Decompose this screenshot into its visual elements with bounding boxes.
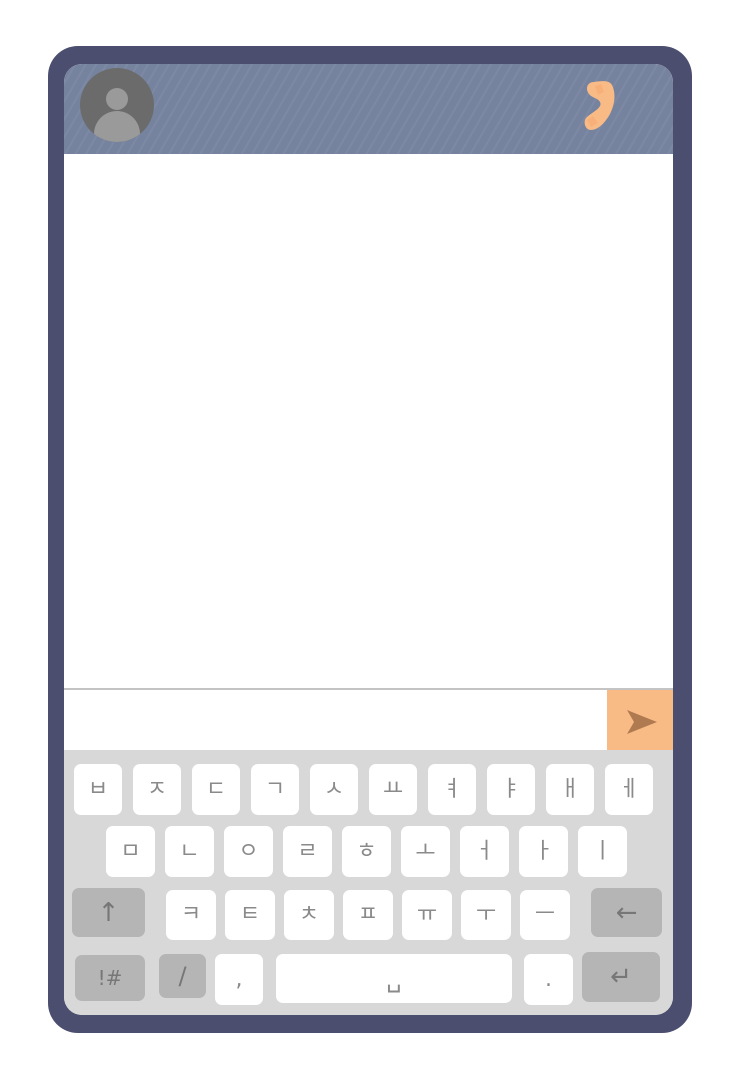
letter-key[interactable]: ㅈ [133,764,181,815]
letter-key[interactable]: ㅕ [428,764,476,815]
message-list [64,154,673,688]
letter-key[interactable]: ㅔ [605,764,653,815]
chat-screen: ㅂㅈㄷㄱㅅㅛㅕㅑㅐㅔ ㅁㄴㅇㄹㅎㅗㅓㅏㅣ ㅋㅌㅊㅍㅠㅜㅡ ↑ ← !# / , … [64,64,673,1015]
period-key[interactable]: . [524,954,573,1005]
letter-key[interactable]: ㅏ [519,826,568,877]
letter-key[interactable]: ㅁ [106,826,155,877]
letter-key[interactable]: ㅇ [224,826,273,877]
call-button[interactable] [574,78,628,136]
letter-key[interactable]: ㅐ [546,764,594,815]
message-input[interactable] [64,690,604,750]
letter-key[interactable]: ㅎ [342,826,391,877]
enter-key[interactable]: ↵ [582,952,660,1002]
comma-key[interactable]: , [215,954,263,1005]
letter-key[interactable]: ㄱ [251,764,299,815]
contact-avatar[interactable] [80,68,154,142]
slash-key[interactable]: / [159,954,206,998]
letter-key[interactable]: ㅠ [402,890,452,940]
letter-key[interactable]: ㄷ [192,764,240,815]
letter-key[interactable]: ㅅ [310,764,358,815]
letter-key[interactable]: ㄴ [165,826,214,877]
letter-key[interactable]: ㅊ [284,890,334,940]
letter-key[interactable]: ㅓ [460,826,509,877]
shift-key[interactable]: ↑ [72,888,145,937]
symbols-key[interactable]: !# [75,955,145,1001]
letter-key[interactable]: ㅡ [520,890,570,940]
letter-key[interactable]: ㅋ [166,890,216,940]
letter-key[interactable]: ㄹ [283,826,332,877]
letter-key[interactable]: ㅣ [578,826,627,877]
chat-header [64,64,673,154]
person-icon-body [94,111,140,142]
backspace-key[interactable]: ← [591,888,662,937]
keyboard: ㅂㅈㄷㄱㅅㅛㅕㅑㅐㅔ ㅁㄴㅇㄹㅎㅗㅓㅏㅣ ㅋㅌㅊㅍㅠㅜㅡ ↑ ← !# / , … [64,750,673,1015]
letter-key[interactable]: ㅛ [369,764,417,815]
letter-key[interactable]: ㅑ [487,764,535,815]
letter-key[interactable]: ㅗ [401,826,450,877]
send-arrow-icon [627,710,657,734]
letter-key[interactable]: ㅌ [225,890,275,940]
person-icon-head [106,88,128,110]
letter-key[interactable]: ㅂ [74,764,122,815]
phone-icon [584,81,615,130]
send-button[interactable] [607,690,673,752]
space-key[interactable]: ␣ [276,954,512,1003]
letter-key[interactable]: ㅜ [461,890,511,940]
composer-row [64,688,673,752]
letter-key[interactable]: ㅍ [343,890,393,940]
